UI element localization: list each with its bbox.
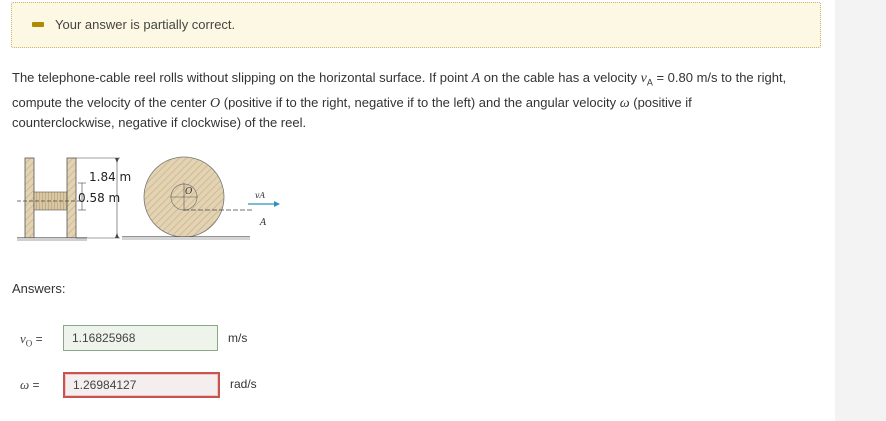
dim-outer-label: 1.84 m [89, 170, 131, 184]
dim-inner-label: 0.58 m [78, 191, 120, 205]
reel-side-view: 1.84 m 0.58 m [17, 157, 131, 241]
reel-figure: 1.84 m 0.58 m O vA A [17, 156, 280, 241]
center-o-label: O [185, 187, 193, 197]
v0-unit: m/s [228, 331, 248, 345]
v0-answer-field[interactable]: 1.16825968 [63, 325, 218, 351]
partial-correct-icon [32, 22, 44, 27]
right-margin-strip [835, 0, 886, 421]
status-message: Your answer is partially correct. [55, 17, 236, 32]
omega-label: ω = [20, 377, 40, 392]
v0-label: vO = [20, 331, 43, 349]
question-text: The telephone-cable reel rolls without s… [12, 70, 787, 130]
answers-heading: Answers: [12, 281, 66, 296]
reel-front-view: O vA A [122, 156, 280, 240]
va-label: vA [255, 191, 266, 200]
omega-unit: rad/s [230, 377, 257, 391]
status-banner: Your answer is partially correct. [11, 2, 821, 48]
point-a-label: A [259, 218, 267, 228]
omega-answer-field[interactable]: 1.26984127 [63, 372, 220, 398]
